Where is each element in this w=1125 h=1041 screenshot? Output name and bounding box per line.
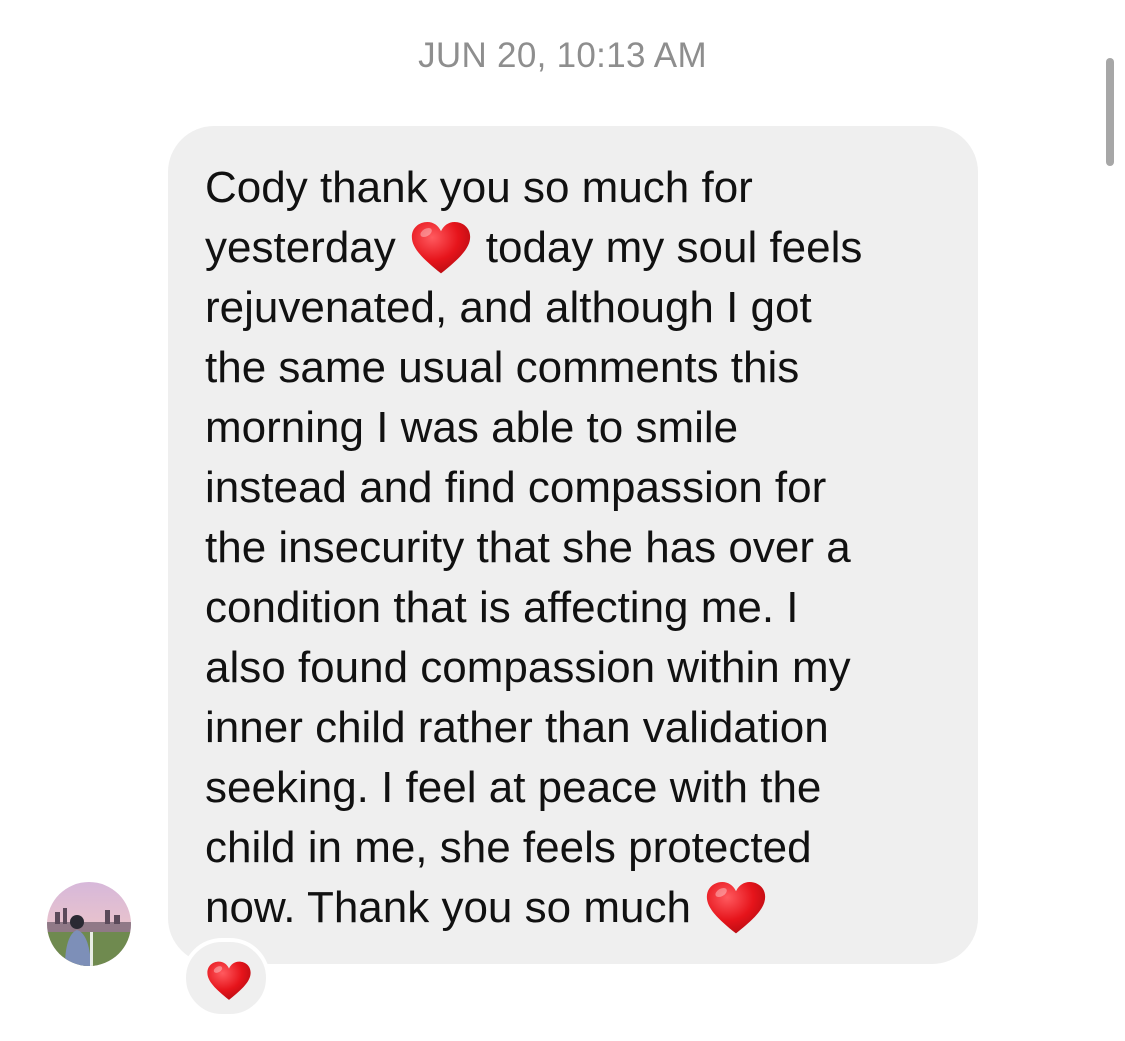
sender-avatar[interactable] [47,882,131,966]
message-reaction[interactable] [182,938,270,1018]
message-line-segment: now. Thank you so much [205,883,691,932]
red-heart-icon [705,878,767,938]
message-line: morning I was able to smile [205,403,739,452]
scrollbar[interactable] [1106,58,1114,166]
message-line: condition that is affecting me. I [205,583,799,632]
message-line: yesterday today my soul feels [205,218,948,278]
red-heart-icon [207,961,251,1000]
message-line: instead and find compassion for [205,463,827,512]
message-line: seeking. I feel at peace with the [205,763,822,812]
message-line: also found compassion within my [205,643,851,692]
message-line-segment: today my soul feels [485,223,863,272]
message-timestamp: JUN 20, 10:13 AM [418,36,707,75]
message-line: the same usual comments this [205,343,800,392]
message-line-segment: yesterday [205,223,396,272]
message-line: the insecurity that she has over a [205,523,851,572]
message-line: rejuvenated, and although I got [205,283,812,332]
message-line: child in me, she feels protected [205,823,812,872]
red-heart-icon [410,218,472,278]
message-line: Cody thank you so much for [205,163,753,212]
message-bubble[interactable]: Cody thank you so much for yesterday toda… [168,126,978,964]
message-line: now. Thank you so much [205,878,948,938]
message-line: inner child rather than validation [205,703,829,752]
